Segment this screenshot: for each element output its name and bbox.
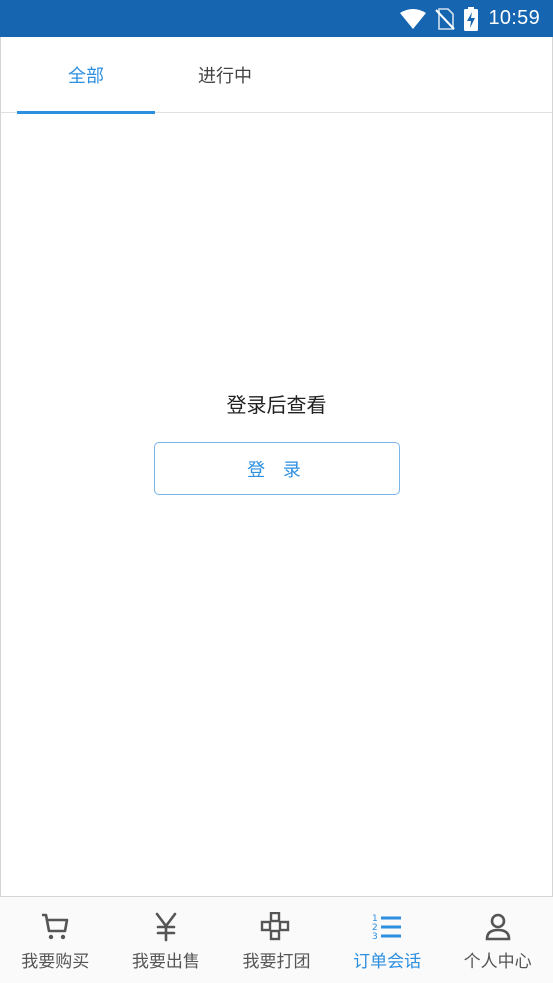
gamepad-icon [260,911,292,943]
no-sim-icon [435,7,456,30]
yen-icon [150,911,182,943]
tab-all[interactable]: 全部 [17,37,155,114]
nav-item-team[interactable]: 我要打团 [221,897,332,983]
content-frame: 全部 进行中 登录后查看 登 录 [0,37,553,897]
tab-ongoing[interactable]: 进行中 [156,37,294,113]
cart-icon [39,911,71,943]
nav-label: 我要购买 [21,952,90,972]
bottom-nav: 我要购买 我要出售 我要打团 1 2 3 订单会话 个人中心 [0,897,553,983]
nav-label: 个人中心 [463,952,532,972]
tab-bar: 全部 进行中 [1,37,552,114]
nav-item-buy[interactable]: 我要购买 [0,897,111,983]
status-time: 10:59 [488,7,540,29]
login-button[interactable]: 登 录 [154,442,400,495]
nav-item-profile[interactable]: 个人中心 [442,897,553,983]
nav-label: 订单会话 [353,952,422,972]
battery-charging-icon [464,6,479,31]
nav-label: 我要打团 [242,952,311,972]
numbered-list-icon: 1 2 3 [371,911,403,943]
status-bar: 10:59 [0,0,553,37]
nav-item-orders[interactable]: 1 2 3 订单会话 [332,897,443,983]
wifi-icon [400,8,427,29]
login-prompt-text: 登录后查看 [226,393,327,417]
nav-item-sell[interactable]: 我要出售 [111,897,222,983]
user-icon [482,911,514,943]
svg-text:3: 3 [372,932,378,942]
nav-label: 我要出售 [131,952,200,972]
